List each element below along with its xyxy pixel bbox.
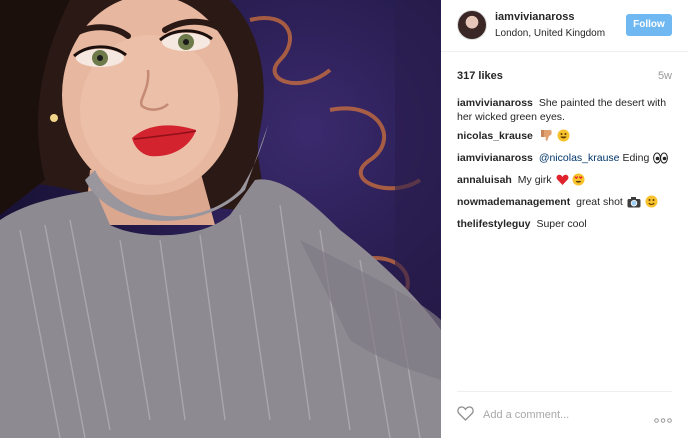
post-time[interactable]: 5w bbox=[658, 70, 672, 82]
comment-username[interactable]: iamvivianaross bbox=[457, 152, 533, 164]
comment-username[interactable]: thelifestyleguy bbox=[457, 218, 531, 230]
comment-username[interactable]: nowmademanagement bbox=[457, 196, 570, 208]
comment-item: annaluisah My girk bbox=[457, 173, 679, 190]
more-options-icon[interactable] bbox=[654, 410, 672, 428]
post-sidebar: iamvivianaross London, United Kingdom Fo… bbox=[441, 0, 688, 438]
camera-emoji bbox=[627, 196, 641, 212]
comment-username[interactable]: nicolas_krause bbox=[457, 130, 533, 142]
post-photo[interactable] bbox=[0, 0, 441, 438]
eyes-emoji bbox=[653, 152, 669, 168]
comment-item: nowmademanagement great shot bbox=[457, 195, 679, 212]
comment-text: Super cool bbox=[536, 218, 587, 230]
smiling-emoji bbox=[645, 195, 658, 212]
heart-outline-icon[interactable] bbox=[457, 406, 474, 426]
follow-button[interactable]: Follow bbox=[626, 14, 672, 36]
comment-text: My girk bbox=[517, 174, 552, 186]
comment-text: Eding bbox=[622, 152, 650, 164]
heart-eyes-emoji bbox=[572, 173, 585, 190]
comment-username[interactable]: annaluisah bbox=[457, 174, 512, 186]
comment-list: iamvivianaross She painted the desert wi… bbox=[457, 96, 679, 236]
post-header: iamvivianaross London, United Kingdom Fo… bbox=[441, 0, 688, 52]
add-comment-input[interactable] bbox=[483, 406, 633, 424]
comment-item: iamvivianaross She painted the desert wi… bbox=[457, 96, 679, 124]
comment-text: great shot bbox=[576, 196, 623, 208]
comment-item: iamvivianaross @nicolas_krause Eding bbox=[457, 151, 679, 168]
portrait-photo-illustration bbox=[0, 0, 441, 438]
comment-item: nicolas_krause bbox=[457, 129, 679, 146]
comment-mention[interactable]: @nicolas_krause bbox=[539, 152, 620, 164]
post-stats: 317 likes 5w bbox=[457, 70, 672, 84]
thumbs-down-emoji bbox=[540, 129, 553, 146]
likes-count[interactable]: 317 likes bbox=[457, 70, 503, 82]
comment-username[interactable]: iamvivianaross bbox=[457, 97, 533, 109]
red-heart-emoji bbox=[556, 174, 569, 190]
post-location[interactable]: London, United Kingdom bbox=[495, 28, 605, 39]
post-username[interactable]: iamvivianaross bbox=[495, 11, 575, 23]
avatar[interactable] bbox=[457, 10, 487, 40]
grinning-emoji bbox=[557, 129, 570, 146]
comment-footer bbox=[457, 391, 672, 438]
comment-item: thelifestyleguy Super cool bbox=[457, 217, 679, 231]
